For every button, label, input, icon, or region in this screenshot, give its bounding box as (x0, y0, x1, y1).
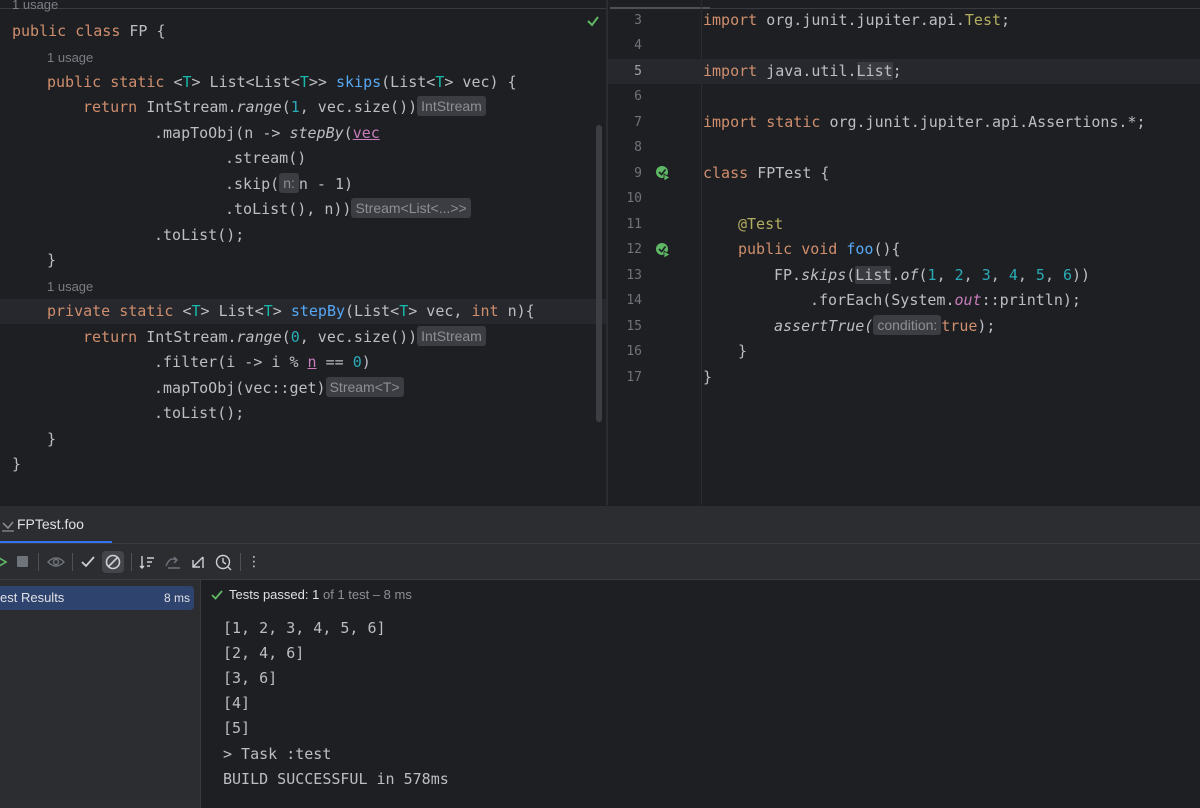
line-number: 8 (634, 140, 642, 155)
check-icon (211, 590, 223, 600)
code-line[interactable]: .mapToObj(n -> stepBy(vec (154, 121, 380, 146)
code-line[interactable]: @Test (738, 212, 783, 237)
code-line[interactable]: .mapToObj(vec::get) Stream<T> (154, 376, 404, 401)
line-number: 12 (626, 242, 642, 257)
console-line: [5] (223, 719, 251, 737)
line-number: 15 (626, 319, 642, 334)
console-line: [3, 6] (223, 669, 278, 687)
more-icon[interactable]: ⋮ (245, 553, 263, 571)
console-line: [4] (223, 694, 251, 712)
editor-scrollbar[interactable] (596, 125, 602, 422)
tree-item-test-results[interactable]: est Results 8 ms (0, 586, 194, 610)
code-line[interactable]: import org.junit.jupiter.api.Test; (703, 8, 1010, 33)
status-prefix: Tests passed: (229, 587, 309, 602)
line-number: 16 (626, 344, 642, 359)
eye-icon[interactable] (47, 554, 65, 570)
code-line[interactable]: } (47, 427, 56, 452)
console-line: > Task :test (223, 745, 332, 763)
line-number: 13 (626, 268, 642, 283)
console-line: BUILD SUCCESSFUL in 578ms (223, 770, 449, 788)
code-line[interactable]: return IntStream.range(0, vec.size()) Int… (83, 325, 486, 350)
test-results-tree[interactable]: est Results 8 ms (0, 579, 200, 808)
code-line[interactable]: assertTrue(condition: true); (774, 314, 995, 339)
console-line: [2, 4, 6] (223, 644, 305, 662)
line-number: 9 (634, 166, 642, 181)
usage-hint-skips[interactable]: 1 usage (47, 45, 93, 70)
line-number: 4 (634, 38, 642, 53)
code-line[interactable]: .toList(); (154, 401, 244, 426)
code-line[interactable]: .filter(i -> i % n == 0) (154, 350, 371, 375)
line-number: 14 (626, 293, 642, 308)
inlay-hint: IntStream (417, 96, 486, 116)
rerun-icon[interactable] (0, 554, 8, 570)
code-line[interactable]: import java.util.List; (703, 59, 902, 84)
code-line[interactable]: } (47, 248, 56, 273)
code-line[interactable]: .stream() (225, 146, 306, 171)
toolbar-separator (38, 553, 39, 571)
test-run-icon (2, 521, 14, 532)
inlay-hint: n: (279, 173, 299, 193)
line-number: 5 (634, 64, 642, 79)
line-number: 3 (634, 13, 642, 28)
inlay-hint: condition: (873, 315, 942, 335)
tree-item-label: est Results (0, 590, 65, 605)
status-count: 1 (312, 587, 320, 602)
line-number: 17 (626, 370, 642, 385)
history-icon[interactable] (215, 553, 233, 571)
import-icon[interactable] (164, 554, 182, 570)
stop-icon[interactable] (17, 556, 28, 567)
run-test-icon[interactable] (655, 242, 671, 258)
inlay-hint: Stream<T> (325, 377, 404, 397)
toolbar-separator (131, 553, 132, 571)
code-line[interactable]: .toList(), n)) Stream<List<...>> (225, 197, 471, 222)
code-line[interactable]: } (738, 339, 747, 364)
run-toolbar: ⋮ (0, 543, 1200, 580)
usage-hint-stepby[interactable]: 1 usage (47, 274, 93, 299)
run-tool-tabbar: FPTest.foo (0, 505, 1200, 544)
run-test-icon[interactable] (655, 165, 671, 181)
run-tab-fptest-foo[interactable]: FPTest.foo (17, 516, 84, 532)
code-line[interactable]: .skip(n: n - 1) (225, 172, 353, 197)
console-line: [1, 2, 3, 4, 5, 6] (223, 619, 386, 637)
inlay-hint: IntStream (417, 326, 486, 346)
sort-icon[interactable] (139, 554, 155, 570)
inlay-hint: Stream<List<...>> (351, 198, 471, 218)
code-line[interactable]: FP.skips(List.of(1, 2, 3, 4, 5, 6)) (774, 263, 1090, 288)
show-passed-icon[interactable] (80, 554, 96, 570)
code-line[interactable]: public class FP { (12, 19, 166, 44)
check-icon (587, 16, 599, 27)
code-line[interactable]: import static org.junit.jupiter.api.Asse… (703, 110, 1146, 135)
tree-item-duration: 8 ms (163, 591, 190, 605)
code-line[interactable]: class FPTest { (703, 161, 829, 186)
toolbar-separator (72, 553, 73, 571)
show-ignored-toggle[interactable] (102, 551, 124, 573)
line-number: 6 (634, 89, 642, 104)
code-line[interactable]: return IntStream.range(1, vec.size()) Int… (83, 95, 486, 120)
tab-strip-border (0, 8, 607, 9)
current-line-highlight (608, 59, 1200, 84)
toolbar-separator (240, 553, 241, 571)
usage-hint-class[interactable]: 1 usage (12, 0, 58, 17)
code-line[interactable]: .toList(); (154, 223, 244, 248)
tests-status: Tests passed: 1 of 1 test – 8 ms (211, 584, 412, 606)
line-number: 11 (626, 217, 642, 232)
line-number: 7 (634, 115, 642, 130)
status-suffix: of 1 test – 8 ms (322, 587, 412, 602)
export-icon[interactable] (190, 554, 206, 570)
code-line[interactable]: public static <T> List<List<T>> skips(Li… (47, 70, 517, 95)
console-output[interactable]: Tests passed: 1 of 1 test – 8 ms [1, 2, … (200, 579, 1200, 808)
left-editor-pane[interactable]: 1 usage public class FP { 1 usage public… (0, 0, 607, 505)
right-editor-pane[interactable]: 3 4 5 6 7 8 9 10 11 12 13 14 15 16 17 im… (608, 0, 1200, 505)
code-line[interactable]: public void foo(){ (738, 237, 901, 262)
code-line[interactable]: } (703, 365, 712, 390)
code-line[interactable]: private static <T> List<T> stepBy(List<T… (47, 299, 535, 324)
line-number: 10 (626, 191, 642, 206)
code-line[interactable]: .forEach(System.out::println); (810, 288, 1081, 313)
code-line[interactable]: } (12, 452, 21, 477)
show-ignored-icon (105, 554, 121, 570)
